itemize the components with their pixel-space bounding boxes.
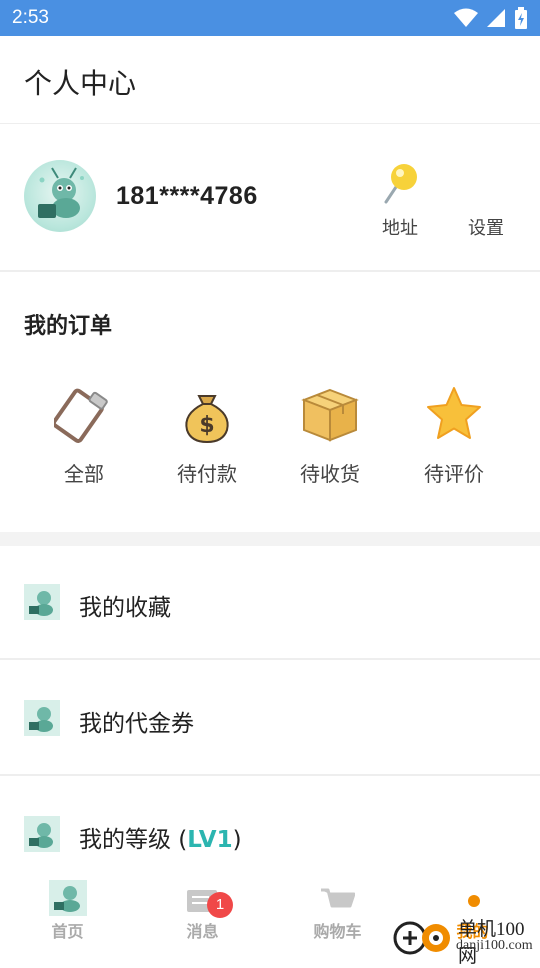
money-bag-icon: $ [185, 395, 229, 444]
ant-mascot-icon [24, 700, 60, 736]
settings-label: 设置 [468, 218, 504, 239]
order-pending-receipt-label: 待收货 [300, 462, 360, 486]
orders-title: 我的订单 [24, 314, 113, 339]
user-phone: 181****4786 [116, 182, 258, 210]
watermark: 单机100网 danji100.com [392, 914, 540, 967]
menu-item-label: 我的收藏 [79, 595, 171, 621]
watermark-url: danji100.com [456, 938, 533, 953]
svg-text:$: $ [199, 413, 214, 438]
order-pending-review[interactable]: 待评价 [399, 384, 509, 494]
order-all[interactable]: 全部 [29, 384, 139, 494]
section-divider [0, 532, 540, 546]
package-icon [301, 388, 359, 442]
menu-item-vouchers[interactable]: 我的代金券 [0, 662, 540, 776]
watermark-logo-icon [393, 921, 450, 955]
menu-item-label: 我的代金券 [79, 711, 194, 737]
ant-mascot-icon [38, 167, 84, 218]
order-pending-review-label: 待评价 [424, 462, 484, 486]
pushpin-icon [384, 164, 417, 204]
active-dot-icon [468, 895, 480, 907]
tab-cart-label: 购物车 [313, 922, 362, 941]
wifi-icon [454, 8, 478, 27]
order-pending-payment-label: 待付款 [177, 462, 237, 486]
unread-badge: 1 [207, 892, 233, 918]
cart-icon [321, 888, 355, 908]
page-header: 个人中心 [0, 36, 540, 124]
tab-cart[interactable]: 购物车 [270, 862, 405, 960]
signal-icon [487, 9, 505, 27]
menu-item-favorites[interactable]: 我的收藏 [0, 546, 540, 660]
address-label: 地址 [382, 218, 418, 239]
order-pending-receipt[interactable]: 待收货 [275, 384, 385, 494]
level-prefix: 我的等级 ( [79, 827, 188, 853]
status-time: 2:53 [12, 7, 49, 28]
tab-messages[interactable]: 1 消息 [135, 862, 270, 960]
address-button[interactable]: 地址 [372, 162, 428, 242]
status-icons [454, 7, 528, 29]
star-icon [427, 387, 481, 439]
tab-messages-label: 消息 [186, 922, 219, 941]
battery-icon [515, 7, 527, 29]
page-title: 个人中心 [24, 67, 137, 100]
clipboard-icon [54, 388, 108, 444]
order-all-label: 全部 [64, 462, 104, 486]
order-pending-payment[interactable]: $ 待付款 [152, 384, 262, 494]
my-orders-section: 我的订单 全部 $ 待付款 待收货 待评价 [0, 274, 540, 532]
menu-item-label: 我的等级 (LV1) [79, 820, 242, 854]
profile-section: 181****4786 地址 设置 [0, 124, 540, 272]
tab-home[interactable]: 首页 [0, 862, 135, 960]
status-bar: 2:53 [0, 0, 540, 36]
settings-button[interactable]: 设置 [458, 162, 514, 242]
avatar[interactable] [24, 160, 96, 232]
level-value: LV1 [187, 827, 233, 853]
home-mascot-icon [49, 880, 87, 916]
level-suffix: ) [232, 827, 242, 853]
tab-home-label: 首页 [51, 922, 84, 941]
ant-mascot-icon [24, 584, 60, 620]
ant-mascot-icon [24, 816, 60, 852]
